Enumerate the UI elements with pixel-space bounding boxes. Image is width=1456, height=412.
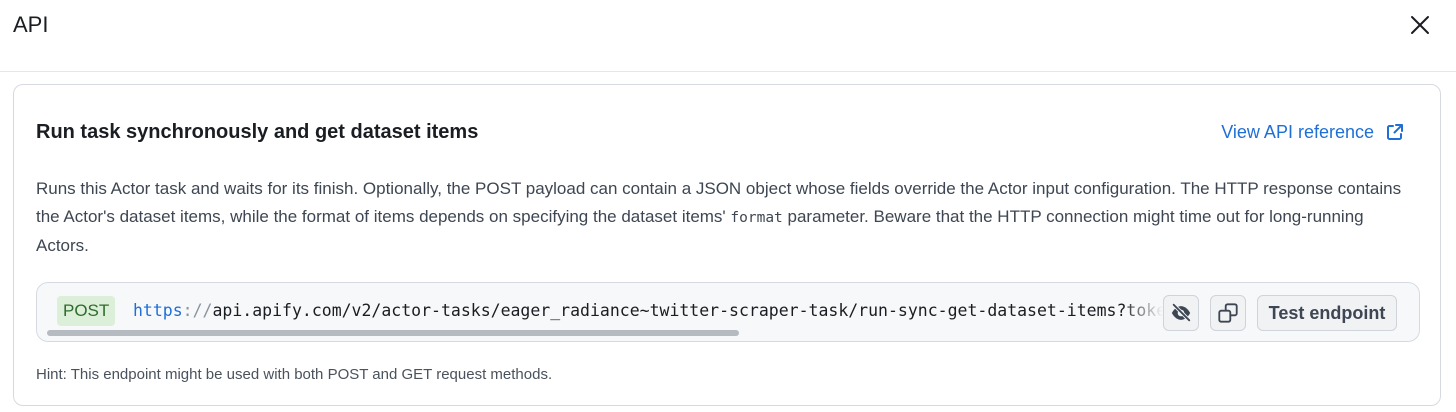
description: Runs this Actor task and waits for its f… (36, 175, 1406, 260)
horizontal-scrollbar[interactable] (47, 330, 739, 336)
endpoint-url[interactable]: https://api.apify.com/v2/actor-tasks/eag… (133, 298, 1163, 324)
copy-icon (1218, 303, 1238, 323)
hide-token-button[interactable] (1163, 295, 1199, 331)
endpoint-card: Run task synchronously and get dataset i… (13, 84, 1441, 406)
method-badge: POST (57, 296, 116, 326)
url-scheme: https (133, 301, 183, 320)
card-title: Run task synchronously and get dataset i… (36, 121, 479, 143)
copy-url-button[interactable] (1210, 295, 1246, 331)
view-api-reference-link[interactable]: View API reference (1221, 119, 1404, 145)
endpoint-box: POST https://api.apify.com/v2/actor-task… (36, 282, 1420, 342)
eye-off-icon (1171, 302, 1192, 323)
external-link-icon (1387, 124, 1403, 140)
test-endpoint-button[interactable]: Test endpoint (1257, 295, 1397, 331)
close-button[interactable] (1404, 9, 1436, 41)
close-icon (1411, 16, 1429, 34)
format-code: format (730, 210, 783, 226)
api-reference-label: View API reference (1221, 122, 1374, 142)
hint-text: Hint: This endpoint might be used with b… (36, 366, 553, 383)
url-path: api.apify.com/v2/actor-tasks/eager_radia… (212, 301, 1163, 320)
modal-title: API (13, 12, 49, 37)
modal-header: API (0, 0, 1456, 72)
url-separator: :// (182, 301, 213, 320)
